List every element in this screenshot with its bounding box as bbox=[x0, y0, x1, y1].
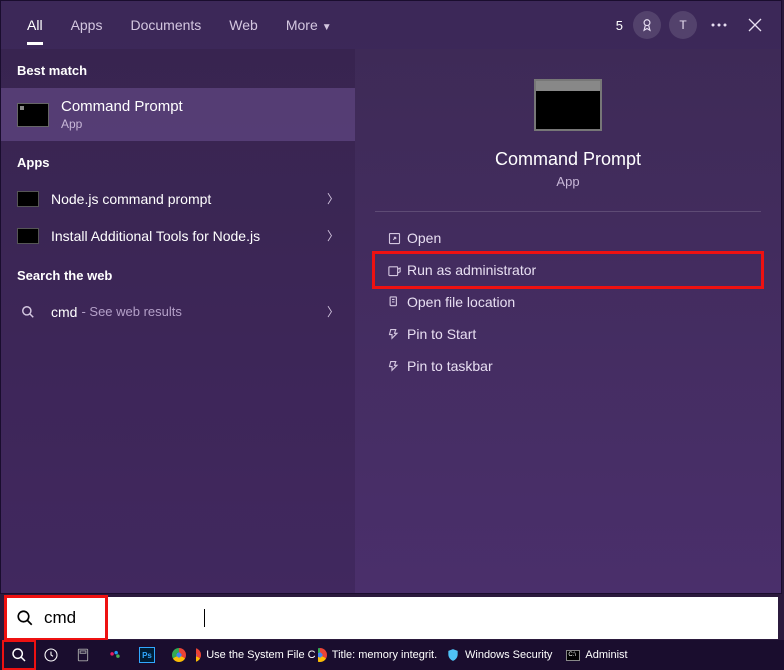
web-hint: - See web results bbox=[81, 304, 181, 319]
best-match-title: Command Prompt bbox=[61, 98, 183, 115]
best-match-subtitle: App bbox=[61, 117, 183, 131]
more-options-icon[interactable] bbox=[705, 11, 733, 39]
taskbar-app-calculator[interactable] bbox=[68, 642, 98, 668]
taskbar-window-title: Title: memory integrit... bbox=[332, 649, 438, 661]
cmd-icon: C:\ bbox=[566, 650, 580, 661]
chevron-right-icon: 〉 bbox=[327, 190, 339, 207]
app-result-nodejs-prompt[interactable]: Node.js command prompt 〉 bbox=[1, 180, 355, 217]
preview-title: Command Prompt bbox=[495, 149, 641, 170]
section-search-web: Search the web bbox=[1, 254, 355, 293]
taskbar-window-title: Windows Security bbox=[465, 649, 552, 661]
tab-more[interactable]: More ▼ bbox=[272, 5, 346, 45]
admin-shield-icon bbox=[381, 263, 407, 278]
taskbar-window-chrome-1[interactable]: Use the System File C... bbox=[196, 642, 316, 668]
taskbar-window-cmd[interactable]: C:\ Administ bbox=[560, 642, 633, 668]
console-icon bbox=[17, 191, 39, 207]
action-pin-to-taskbar[interactable]: Pin to taskbar bbox=[375, 350, 761, 382]
close-icon[interactable] bbox=[741, 11, 769, 39]
taskbar-window-title: Administ bbox=[585, 649, 627, 661]
results-column: Best match Command Prompt App Apps Node.… bbox=[1, 49, 355, 593]
action-label: Open bbox=[407, 230, 441, 246]
text-cursor bbox=[204, 609, 205, 627]
web-search-result[interactable]: cmd - See web results 〉 bbox=[1, 293, 355, 330]
action-open[interactable]: Open bbox=[375, 222, 761, 254]
tab-more-label: More bbox=[286, 17, 318, 33]
windows-search-panel: All Apps Documents Web More ▼ 5 T Best ma… bbox=[0, 0, 782, 594]
tab-apps[interactable]: Apps bbox=[57, 5, 117, 45]
search-icon bbox=[17, 305, 39, 319]
taskbar-search-button[interactable] bbox=[4, 642, 34, 668]
taskbar: Ps Use the System File C... Title: memor… bbox=[0, 640, 784, 670]
action-run-as-admin[interactable]: Run as administrator bbox=[375, 254, 761, 286]
search-input-bar[interactable] bbox=[6, 597, 778, 639]
pin-icon bbox=[381, 327, 407, 342]
rewards-icon[interactable] bbox=[633, 11, 661, 39]
preview-column: Command Prompt App Open Run as administr… bbox=[355, 49, 781, 593]
tab-documents[interactable]: Documents bbox=[116, 5, 215, 45]
tab-all[interactable]: All bbox=[13, 5, 57, 45]
section-apps: Apps bbox=[1, 141, 355, 180]
search-input[interactable] bbox=[44, 608, 768, 628]
section-best-match: Best match bbox=[1, 49, 355, 88]
action-list: Open Run as administrator Open file loca… bbox=[375, 212, 761, 392]
command-prompt-icon bbox=[17, 103, 49, 127]
rewards-count: 5 bbox=[616, 18, 623, 33]
web-query: cmd bbox=[51, 304, 77, 320]
action-label: Open file location bbox=[407, 294, 515, 310]
taskbar-window-title: Use the System File C... bbox=[206, 649, 316, 661]
pin-icon bbox=[381, 359, 407, 374]
tab-web[interactable]: Web bbox=[215, 5, 272, 45]
best-match-result[interactable]: Command Prompt App bbox=[1, 88, 355, 141]
app-result-install-tools[interactable]: Install Additional Tools for Node.js 〉 bbox=[1, 217, 355, 254]
open-icon bbox=[381, 231, 407, 246]
user-avatar[interactable]: T bbox=[669, 11, 697, 39]
search-icon bbox=[16, 609, 34, 627]
action-label: Pin to Start bbox=[407, 326, 476, 342]
chevron-down-icon: ▼ bbox=[322, 22, 332, 33]
shield-icon bbox=[446, 648, 460, 662]
taskbar-app-chrome[interactable] bbox=[164, 642, 194, 668]
search-scope-tabs: All Apps Documents Web More ▼ 5 T bbox=[1, 1, 781, 49]
app-label: Node.js command prompt bbox=[51, 191, 327, 207]
taskbar-app-paint[interactable] bbox=[100, 642, 130, 668]
action-pin-to-start[interactable]: Pin to Start bbox=[375, 318, 761, 350]
console-icon bbox=[17, 228, 39, 244]
app-preview-thumbnail bbox=[534, 79, 602, 131]
taskbar-app-photoshop[interactable]: Ps bbox=[132, 642, 162, 668]
chevron-right-icon: 〉 bbox=[327, 303, 339, 320]
preview-subtitle: App bbox=[556, 174, 579, 189]
taskbar-window-chrome-2[interactable]: Title: memory integrit... bbox=[318, 642, 438, 668]
action-label: Pin to taskbar bbox=[407, 358, 493, 374]
taskbar-task-view[interactable] bbox=[36, 642, 66, 668]
taskbar-window-security[interactable]: Windows Security bbox=[440, 642, 558, 668]
action-label: Run as administrator bbox=[407, 262, 536, 278]
app-label: Install Additional Tools for Node.js bbox=[51, 228, 327, 244]
folder-icon bbox=[381, 295, 407, 310]
action-open-file-location[interactable]: Open file location bbox=[375, 286, 761, 318]
chevron-right-icon: 〉 bbox=[327, 227, 339, 244]
